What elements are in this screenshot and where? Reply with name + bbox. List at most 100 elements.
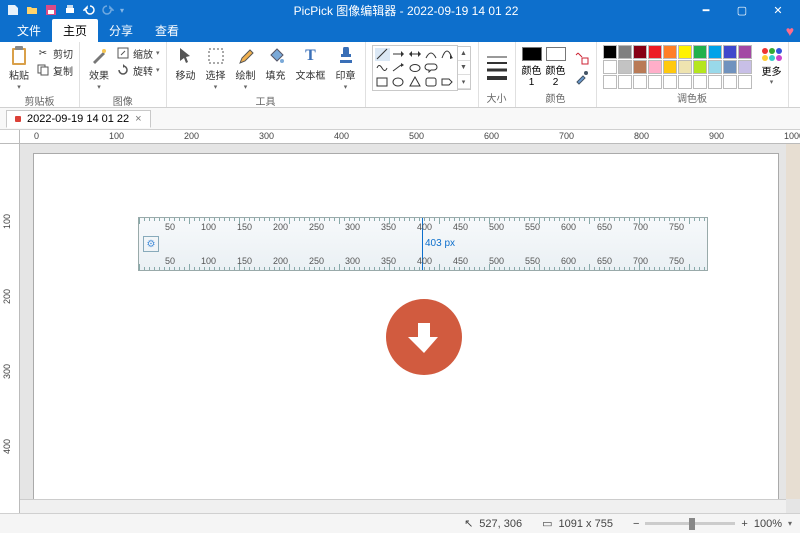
- heart-icon[interactable]: ♥: [786, 23, 794, 39]
- shapes-scroll[interactable]: ▲▼▾: [458, 46, 471, 90]
- ruler-h-tick: 500: [409, 131, 424, 141]
- palette-swatch[interactable]: [603, 75, 617, 89]
- group-size-label: 大小: [485, 89, 509, 106]
- palette-swatch[interactable]: [723, 60, 737, 74]
- palette-swatch[interactable]: [603, 60, 617, 74]
- file-icon[interactable]: [6, 4, 19, 17]
- line-weight-icon[interactable]: [485, 53, 509, 81]
- open-icon[interactable]: [25, 4, 38, 17]
- palette-swatch[interactable]: [633, 75, 647, 89]
- palette-swatch[interactable]: [693, 45, 707, 59]
- status-dimensions: ▭1091 x 755: [542, 517, 613, 530]
- cursor-icon: ↖: [464, 518, 473, 530]
- shapes-gallery[interactable]: ▲▼▾: [372, 45, 458, 91]
- palette-swatch[interactable]: [648, 45, 662, 59]
- draw-tool[interactable]: 绘制▾: [233, 45, 259, 92]
- ruler-v-tick: 100: [2, 214, 12, 229]
- tab-home[interactable]: 主页: [52, 19, 98, 42]
- group-colors-label: 颜色: [522, 89, 590, 106]
- palette-swatch[interactable]: [618, 45, 632, 59]
- palette-swatch[interactable]: [648, 75, 662, 89]
- print-icon[interactable]: [63, 4, 76, 17]
- widget-tick: 650: [597, 256, 612, 266]
- gear-icon[interactable]: ⚙: [143, 236, 159, 252]
- palette-swatch[interactable]: [708, 60, 722, 74]
- save-icon[interactable]: [44, 4, 57, 17]
- palette-swatch[interactable]: [723, 75, 737, 89]
- tab-file[interactable]: 文件: [6, 19, 52, 42]
- color2-button[interactable]: 颜色 2: [546, 47, 566, 88]
- widget-tick: 100: [201, 222, 216, 232]
- vertical-ruler: 100200300400: [0, 144, 20, 513]
- palette-swatch[interactable]: [693, 60, 707, 74]
- group-image-label: 图像: [86, 92, 160, 109]
- canvas[interactable]: ⚙ 403 px 5050100100150150200200250250300…: [34, 154, 778, 513]
- undo-icon[interactable]: [82, 4, 95, 17]
- paste-button[interactable]: 粘贴 ▾: [6, 45, 32, 92]
- ribbon: 粘贴 ▾ ✂剪切 复制 剪贴板 效果 ▾ 缩放▾ 旋转▾ 图像 移动: [0, 42, 800, 108]
- swap-colors-icon[interactable]: [574, 50, 590, 66]
- document-tab[interactable]: 2022-09-19 14 01 22 ×: [6, 110, 151, 128]
- ruler-v-tick: 200: [2, 289, 12, 304]
- zoom-out-button[interactable]: −: [633, 518, 639, 530]
- color-palette[interactable]: [603, 45, 752, 89]
- palette-swatch[interactable]: [633, 45, 647, 59]
- vertical-scroll-indicator[interactable]: [786, 144, 800, 499]
- horizontal-scrollbar[interactable]: [20, 499, 786, 513]
- widget-tick: 400: [417, 256, 432, 266]
- close-tab-icon[interactable]: ×: [135, 113, 141, 125]
- scissors-icon: ✂: [36, 46, 50, 60]
- redo-icon[interactable]: [101, 4, 114, 17]
- palette-swatch[interactable]: [738, 45, 752, 59]
- color1-button[interactable]: 颜色 1: [522, 47, 542, 88]
- palette-swatch[interactable]: [723, 45, 737, 59]
- palette-swatch[interactable]: [708, 45, 722, 59]
- maximize-button[interactable]: ▢: [724, 0, 760, 20]
- palette-swatch[interactable]: [663, 45, 677, 59]
- minimize-button[interactable]: ━: [688, 0, 724, 20]
- palette-swatch[interactable]: [648, 60, 662, 74]
- palette-swatch[interactable]: [693, 75, 707, 89]
- palette-swatch[interactable]: [738, 75, 752, 89]
- down-arrow-graphic: [386, 299, 462, 375]
- dropdown-icon: ▾: [97, 83, 101, 91]
- widget-tick: 250: [309, 222, 324, 232]
- palette-swatch[interactable]: [663, 60, 677, 74]
- palette-swatch[interactable]: [708, 75, 722, 89]
- more-colors-button[interactable]: 更多 ▾: [762, 48, 782, 86]
- qat-dropdown-icon[interactable]: ▾: [120, 6, 124, 15]
- eyedropper-icon[interactable]: [574, 69, 590, 85]
- move-tool[interactable]: 移动: [173, 45, 199, 83]
- palette-swatch[interactable]: [678, 60, 692, 74]
- effects-button[interactable]: 效果 ▾: [86, 45, 112, 92]
- tab-share[interactable]: 分享: [98, 19, 144, 42]
- copy-button[interactable]: 复制: [36, 62, 73, 78]
- pixel-ruler-widget[interactable]: ⚙ 403 px 5050100100150150200200250250300…: [138, 217, 708, 271]
- zoom-dropdown-icon[interactable]: ▾: [788, 519, 792, 528]
- resize-button[interactable]: 缩放▾: [116, 45, 160, 61]
- palette-swatch[interactable]: [633, 60, 647, 74]
- tab-view[interactable]: 查看: [144, 19, 190, 42]
- palette-swatch[interactable]: [678, 75, 692, 89]
- palette-swatch[interactable]: [738, 60, 752, 74]
- zoom-in-button[interactable]: +: [741, 518, 747, 530]
- close-button[interactable]: ✕: [760, 0, 796, 20]
- zoom-slider[interactable]: [645, 522, 735, 525]
- widget-tick: 700: [633, 222, 648, 232]
- canvas-area[interactable]: ⚙ 403 px 5050100100150150200200250250300…: [20, 144, 800, 513]
- rotate-button[interactable]: 旋转▾: [116, 62, 160, 78]
- palette-swatch[interactable]: [618, 60, 632, 74]
- palette-swatch[interactable]: [618, 75, 632, 89]
- pencil-icon: [236, 46, 256, 66]
- palette-swatch[interactable]: [603, 45, 617, 59]
- cut-button[interactable]: ✂剪切: [36, 45, 73, 61]
- ruler-v-tick: 300: [2, 364, 12, 379]
- palette-swatch[interactable]: [678, 45, 692, 59]
- text-tool[interactable]: T文本框: [293, 45, 329, 83]
- fill-tool[interactable]: 填充: [263, 45, 289, 83]
- select-tool[interactable]: 选择▾: [203, 45, 229, 92]
- widget-tick: 600: [561, 222, 576, 232]
- stamp-tool[interactable]: 印章▾: [333, 45, 359, 92]
- palette-swatch[interactable]: [663, 75, 677, 89]
- widget-tick: 50: [165, 222, 175, 232]
